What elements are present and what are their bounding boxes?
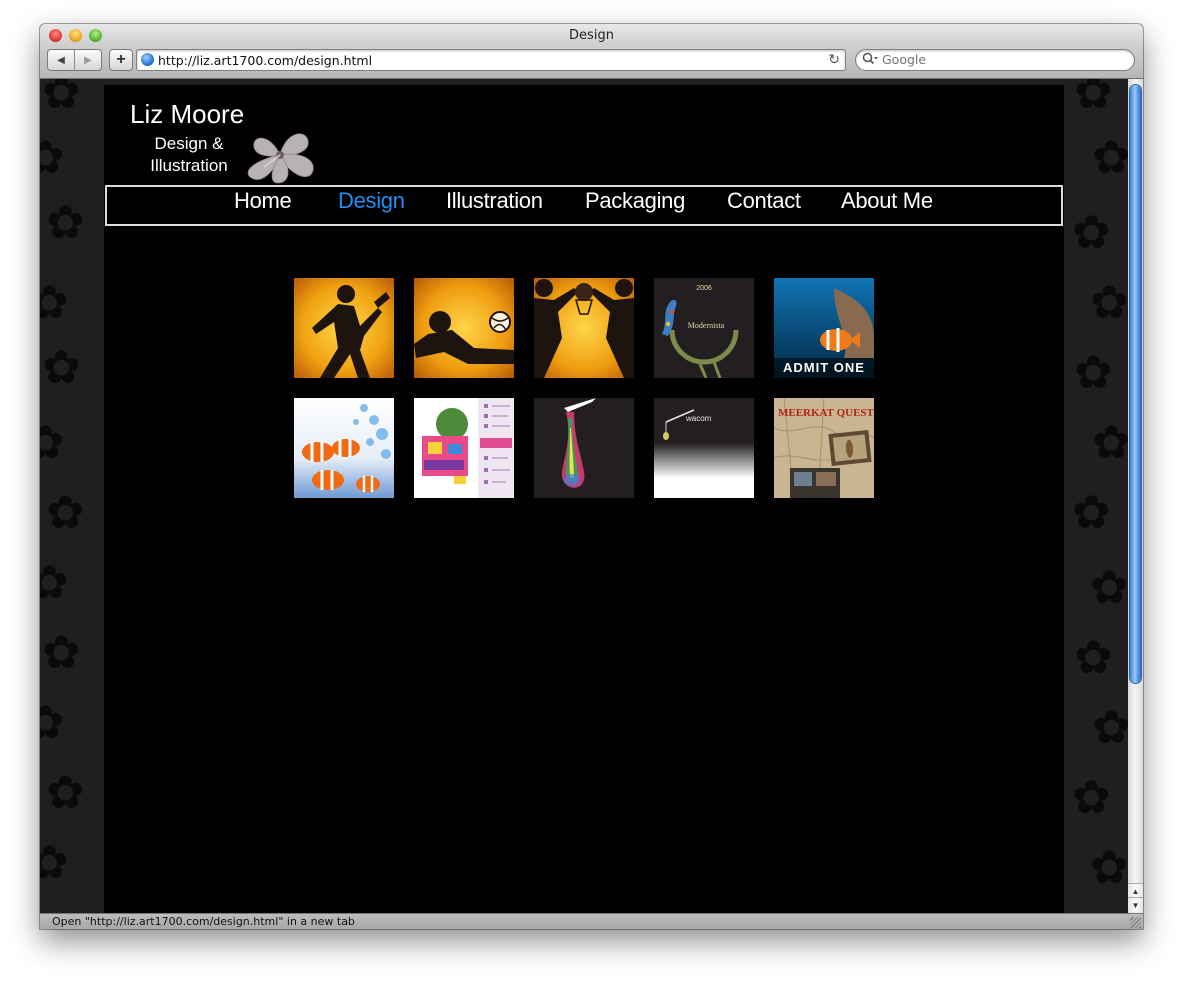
site-title[interactable]: Liz Moore [130, 99, 244, 130]
url-text[interactable]: http://liz.art1700.com/design.html [158, 53, 372, 68]
thumb-paint-drip[interactable] [534, 398, 634, 498]
window-title: Design [569, 28, 614, 43]
back-button[interactable]: ◀ [48, 50, 74, 70]
admit-one-caption: ADMIT ONE [783, 360, 865, 375]
history-nav: ◀ ▶ [47, 49, 102, 71]
thumb-clownfish-bubbles[interactable] [294, 398, 394, 498]
thumb-modernista[interactable]: 2006 Modernista [654, 278, 754, 378]
thumb-meerkat-quest[interactable]: MEERKAT QUEST [774, 398, 874, 498]
scroll-down-button[interactable]: ▼ [1128, 897, 1143, 912]
meerkat-caption: MEERKAT QUEST [778, 407, 874, 419]
nav-design[interactable]: Design [338, 188, 405, 214]
thumb-basketball[interactable] [534, 278, 634, 378]
resize-grip-icon[interactable] [1130, 917, 1141, 928]
browser-window: Design ◀ ▶ + http://liz.art1700.com/desi… [40, 24, 1143, 929]
nav-contact[interactable]: Contact [727, 188, 801, 214]
nav-home[interactable]: Home [234, 188, 292, 214]
plus-icon: + [116, 51, 126, 68]
main-navigation: Home Design Illustration Packaging Conta… [105, 185, 1063, 226]
address-bar[interactable]: http://liz.art1700.com/design.html ↻ [136, 49, 846, 71]
thumb-volleyball[interactable] [414, 278, 514, 378]
nav-illustration[interactable]: Illustration [446, 188, 543, 214]
status-text: Open "http://liz.art1700.com/design.html… [52, 915, 355, 928]
tagline-line-1: Design & [154, 134, 224, 153]
hibiscus-pattern-left: ✿ ✿ ✿ ✿ ✿ ✿ ✿ ✿ ✿ ✿ ✿ ✿ [40, 79, 85, 888]
thumb-runner-relay[interactable] [294, 278, 394, 378]
forward-button[interactable]: ▶ [74, 50, 101, 70]
tagline-line-2: Illustration [150, 156, 228, 175]
hibiscus-logo-icon [247, 133, 314, 184]
status-bar: Open "http://liz.art1700.com/design.html… [40, 913, 1143, 929]
modernista-caption: Modernista [688, 321, 725, 330]
thumb-admit-one[interactable]: ADMIT ONE [774, 278, 874, 378]
add-bookmark-button[interactable]: + [109, 49, 133, 71]
wacom-caption: wacom [685, 414, 712, 423]
search-input[interactable] [882, 52, 1122, 67]
forward-arrow-icon: ▶ [84, 54, 92, 66]
back-arrow-icon: ◀ [57, 54, 65, 66]
nav-about-me[interactable]: About Me [841, 188, 933, 214]
page-body: Liz Moore Design & Illustration Home Des… [104, 85, 1064, 913]
up-arrow-icon: ▲ [1131, 886, 1140, 896]
scroll-up-button[interactable]: ▲ [1128, 883, 1143, 898]
hibiscus-pattern-right: ✿ ✿ ✿ ✿ ✿ ✿ ✿ ✿ ✿ ✿ ✿ ✿ [1072, 79, 1128, 893]
reload-icon[interactable]: ↻ [828, 51, 840, 68]
nav-packaging[interactable]: Packaging [585, 188, 685, 214]
down-arrow-icon: ▼ [1131, 900, 1140, 910]
vertical-scrollbar[interactable]: ▲ ▼ [1128, 79, 1143, 913]
site-tagline: Design & Illustration [134, 133, 244, 177]
modernista-year: 2006 [696, 285, 712, 292]
web-content: ✿ ✿ ✿ ✿ ✿ ✿ ✿ ✿ ✿ ✿ ✿ ✿ ✿ ✿ ✿ ✿ ✿ ✿ ✿ ✿ … [40, 79, 1128, 913]
site-globe-icon [141, 53, 154, 66]
title-bar: Design ◀ ▶ + http://liz.art1700.com/desi… [40, 24, 1143, 79]
search-icon[interactable] [862, 52, 878, 69]
search-field[interactable] [855, 49, 1135, 71]
scroll-thumb[interactable] [1130, 85, 1141, 683]
thumb-explorer-brochure[interactable] [414, 398, 514, 498]
thumb-wacom[interactable]: wacom [654, 398, 754, 498]
